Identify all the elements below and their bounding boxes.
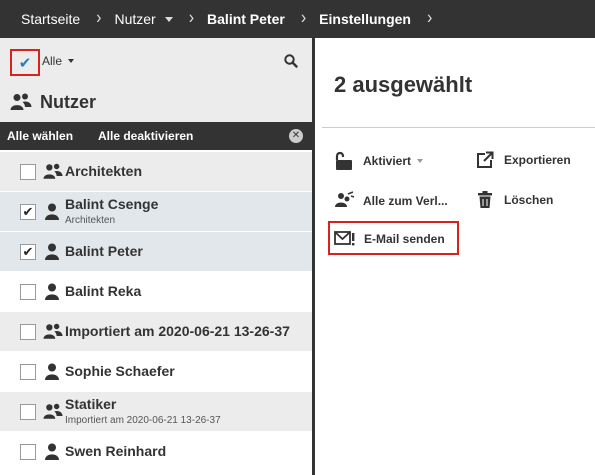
user-icon: [45, 443, 59, 465]
activated-label: Aktiviert: [363, 154, 412, 168]
selection-title: 2 ausgewählt: [334, 72, 473, 97]
export-icon: [477, 151, 494, 168]
breadcrumb-einstellungen[interactable]: Einstellungen: [319, 11, 411, 27]
row-checkbox[interactable]: [20, 164, 36, 180]
row-label: Sophie Schaefer: [65, 363, 175, 379]
bulk-action-bar: Alle wählen Alle deaktivieren ✕: [0, 122, 313, 150]
list-title: Nutzer: [40, 91, 97, 112]
activated-dropdown[interactable]: Aktiviert: [333, 150, 424, 172]
user-icon: [45, 243, 59, 265]
row-label: Importiert am 2020-06-21 13-26-37: [65, 323, 290, 339]
group-row[interactable]: Importiert am 2020-06-21 13-26-37: [0, 312, 313, 352]
filter-bar: ✔ Alle: [0, 38, 313, 82]
row-checkbox[interactable]: [20, 284, 36, 300]
add-all-to-list-label: Alle zum Verl...: [363, 194, 448, 208]
breadcrumb-balint-peter[interactable]: Balint Peter: [207, 11, 285, 27]
row-checkbox[interactable]: ✔: [20, 244, 36, 260]
row-label: Balint Reka: [65, 283, 142, 299]
select-all-checkbox[interactable]: ✔: [10, 49, 40, 76]
user-icon: [45, 363, 59, 385]
delete-button[interactable]: Löschen: [477, 190, 553, 210]
row-sublabel: Importiert am 2020-06-21 13-26-37: [65, 415, 221, 426]
user-row[interactable]: Swen Reinhard: [0, 432, 313, 472]
filter-dropdown-label: Alle: [42, 54, 63, 68]
user-row[interactable]: ✔ Balint Peter: [0, 232, 313, 272]
breadcrumb-nutzer-label: Nutzer: [114, 11, 156, 27]
users-icon: [43, 403, 63, 425]
row-label: Balint Csenge: [65, 196, 159, 212]
row-checkbox[interactable]: ✔: [20, 204, 36, 220]
user-icon: [45, 203, 59, 225]
row-label: Balint Peter: [65, 243, 143, 259]
checkmark-icon: ✔: [22, 204, 34, 219]
chevron-right-icon: ›: [96, 8, 102, 29]
row-sublabel: Architekten: [65, 215, 116, 226]
user-icon: [45, 283, 59, 305]
group-row[interactable]: Architekten: [0, 152, 313, 192]
delete-label: Löschen: [504, 193, 554, 207]
user-row[interactable]: Sophie Schaefer: [0, 352, 313, 392]
unlock-icon: [335, 151, 352, 170]
row-label: Architekten: [65, 163, 143, 179]
list-header: Nutzer: [0, 82, 313, 122]
add-all-to-list-button[interactable]: Alle zum Verl...: [333, 190, 448, 212]
user-row[interactable]: Balint Reka: [0, 272, 313, 312]
checkmark-icon: ✔: [22, 244, 34, 259]
row-checkbox[interactable]: [20, 324, 36, 340]
breadcrumb: Startseite › Nutzer › Balint Peter › Ein…: [0, 0, 595, 38]
chevron-right-icon: ›: [300, 8, 307, 29]
row-checkbox[interactable]: [20, 404, 36, 420]
caret-down-icon[interactable]: [164, 16, 173, 22]
breadcrumb-startseite[interactable]: Startseite: [21, 11, 80, 27]
users-add-icon: [335, 191, 355, 207]
trash-icon: [478, 191, 492, 208]
group-row[interactable]: Statiker Importiert am 2020-06-21 13-26-3…: [0, 392, 313, 432]
row-checkbox[interactable]: [20, 444, 36, 460]
export-button[interactable]: Exportieren: [475, 150, 571, 170]
filter-dropdown[interactable]: Alle: [42, 54, 75, 68]
search-icon[interactable]: [283, 53, 299, 69]
row-label: Statiker: [65, 396, 117, 412]
users-icon: [43, 323, 63, 345]
close-icon[interactable]: ✕: [289, 129, 303, 143]
export-label: Exportieren: [504, 153, 571, 167]
caret-down-icon: [68, 59, 75, 63]
chevron-right-icon: ›: [426, 8, 433, 29]
user-row[interactable]: ✔ Balint Csenge Architekten: [0, 192, 313, 232]
send-email-label: E-Mail senden: [364, 232, 445, 246]
caret-down-icon: [417, 159, 424, 163]
email-alert-icon: [334, 231, 355, 246]
breadcrumb-nutzer[interactable]: Nutzer: [114, 11, 173, 27]
send-email-button[interactable]: E-Mail senden: [334, 230, 445, 248]
divider: [322, 127, 595, 128]
user-list: Architekten ✔ Balint Csenge Architekten ✔ Bal…: [0, 152, 313, 472]
users-icon: [43, 163, 63, 185]
row-checkbox[interactable]: [20, 364, 36, 380]
chevron-right-icon: ›: [188, 8, 195, 29]
checkmark-icon: ✔: [18, 54, 32, 72]
row-label: Swen Reinhard: [65, 443, 167, 459]
deselect-all-button[interactable]: Alle deaktivieren: [98, 129, 193, 143]
users-icon: [10, 93, 32, 110]
user-list-panel: ✔ Alle Nutzer Alle wählen Alle deaktivie…: [0, 38, 313, 475]
selection-detail-panel: 2 ausgewählt Aktiviert Exportieren Alle …: [315, 38, 595, 475]
select-all-button[interactable]: Alle wählen: [7, 129, 73, 143]
